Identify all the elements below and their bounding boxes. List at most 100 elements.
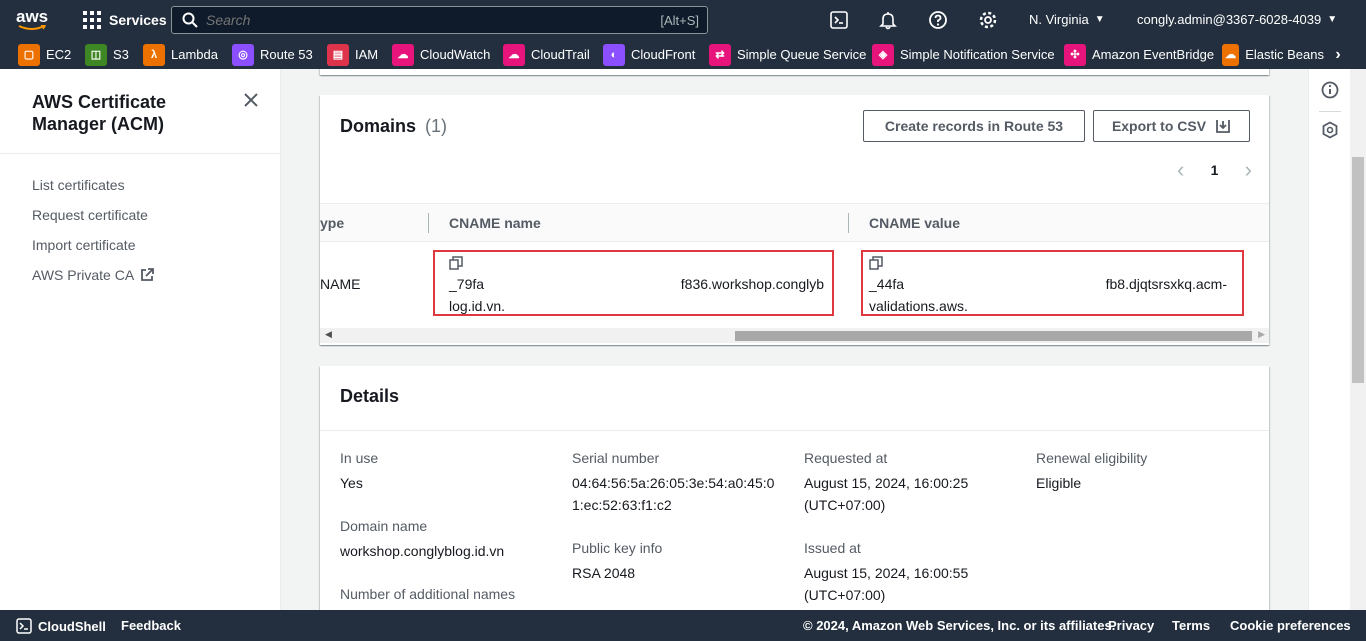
sidebar-item-label: AWS Private CA — [32, 267, 135, 283]
chevron-right-icon[interactable]: › — [1245, 157, 1252, 183]
sns-icon: ◈ — [872, 43, 894, 66]
cloudshell-footer-button[interactable]: CloudShell — [16, 618, 106, 634]
favorite-ec2[interactable]: ▢ EC2 — [18, 42, 71, 67]
favorites-scroll-right[interactable]: › — [1328, 42, 1348, 67]
info-icon — [1321, 81, 1339, 99]
region-selector[interactable]: N. Virginia ▼ — [1029, 12, 1105, 27]
renewal-eligibility-label: Renewal eligibility — [1036, 450, 1148, 466]
scrollbar-thumb[interactable] — [735, 331, 1252, 341]
domains-header: Domains (1) — [340, 116, 447, 137]
divider — [1319, 111, 1341, 112]
scroll-left-arrow[interactable]: ◀ — [325, 329, 332, 340]
search-shortcut: [Alt+S] — [660, 12, 699, 28]
table-header-row: ype CNAME name CNAME value — [320, 203, 1269, 242]
page-vertical-scrollbar[interactable] — [1350, 69, 1366, 610]
favorite-elastic-beanstalk[interactable]: ☁ Elastic Beans — [1222, 42, 1324, 67]
export-label: Export to CSV — [1111, 118, 1207, 134]
region-label: N. Virginia — [1029, 12, 1089, 27]
ec2-icon: ▢ — [18, 43, 40, 66]
sidebar-title-line: AWS Certificate — [32, 92, 167, 112]
domains-panel: Domains (1) Create records in Route 53 E… — [320, 95, 1269, 345]
cloudtrail-icon: ☁ — [503, 43, 525, 66]
account-menu[interactable]: congly.admin@3367-6028-4039 ▼ — [1137, 12, 1337, 27]
chevron-left-icon[interactable]: ‹ — [1177, 157, 1184, 183]
issued-at-label: Issued at — [804, 540, 861, 556]
favorite-cloudtrail[interactable]: ☁ CloudTrail — [503, 42, 590, 67]
sidebar-item-private-ca[interactable]: AWS Private CA — [32, 267, 155, 283]
public-key-value: RSA 2048 — [572, 565, 636, 581]
download-icon — [1216, 120, 1230, 133]
elastic-beanstalk-icon: ☁ — [1222, 43, 1240, 66]
details-panel: Details In use Yes Domain name workshop.… — [320, 366, 1269, 610]
favorite-route53[interactable]: ◎ Route 53 — [232, 42, 313, 67]
favorite-s3[interactable]: ◫ S3 — [85, 42, 129, 67]
eventbridge-icon: ✣ — [1064, 43, 1086, 66]
scrollbar-thumb[interactable] — [1352, 157, 1364, 383]
guide-panel-button[interactable] — [1321, 121, 1339, 142]
external-link-icon — [141, 268, 155, 281]
aws-logo[interactable]: aws — [16, 6, 48, 34]
notifications-button[interactable] — [878, 10, 898, 30]
hexagon-icon — [1322, 121, 1338, 139]
aws-smile-icon — [18, 25, 47, 30]
sidebar: AWS Certificate Manager (ACM) List certi… — [0, 69, 281, 610]
column-divider — [428, 213, 429, 233]
favorite-label: Simple Notification Service — [900, 47, 1055, 62]
help-button[interactable] — [928, 10, 948, 30]
favorite-cloudwatch[interactable]: ☁ CloudWatch — [392, 42, 490, 67]
search-bar[interactable]: [Alt+S] — [171, 6, 708, 34]
column-header-cname-value: CNAME value — [869, 215, 961, 231]
caret-down-icon: ▼ — [1094, 14, 1105, 25]
sidebar-title: AWS Certificate Manager (ACM) — [32, 91, 166, 135]
issued-line: August 15, 2024, 16:00:55 — [804, 565, 969, 581]
iam-icon: ▤ — [327, 43, 349, 66]
feedback-link[interactable]: Feedback — [121, 618, 181, 633]
close-sidebar-button[interactable] — [243, 92, 259, 108]
privacy-link[interactable]: Privacy — [1108, 618, 1154, 633]
domains-count: (1) — [425, 116, 448, 136]
favorite-sqs[interactable]: ⇄ Simple Queue Service — [709, 42, 866, 67]
sidebar-item-request-certificate[interactable]: Request certificate — [32, 207, 148, 223]
highlight-cname-value — [861, 250, 1244, 316]
settings-button[interactable] — [978, 10, 998, 30]
favorite-label: CloudFront — [631, 47, 696, 62]
favorite-cloudfront[interactable]: ◐ CloudFront — [603, 42, 695, 67]
requested-at-value: August 15, 2024, 16:00:25 (UTC+07:00) — [804, 472, 968, 516]
right-tools-rail — [1308, 69, 1350, 610]
favorite-eventbridge[interactable]: ✣ Amazon EventBridge — [1064, 42, 1214, 67]
cookie-preferences-link[interactable]: Cookie preferences — [1230, 618, 1351, 633]
export-csv-button[interactable]: Export to CSV — [1093, 110, 1250, 142]
favorite-label: EC2 — [46, 47, 72, 62]
cloudshell-button[interactable] — [830, 11, 848, 29]
in-use-label: In use — [340, 450, 379, 466]
column-header-type: ype — [320, 215, 345, 231]
favorites-bar: ▢ EC2 ◫ S3 λ Lambda ◎ Route 53 ▤ IAM ☁ CloudWa… — [0, 40, 1366, 69]
cloudshell-icon — [16, 618, 32, 634]
terms-link[interactable]: Terms — [1172, 618, 1210, 633]
main-content: Domains (1) Create records in Route 53 E… — [281, 69, 1308, 610]
favorite-sns[interactable]: ◈ Simple Notification Service — [872, 42, 1055, 67]
search-input[interactable] — [206, 12, 636, 28]
details-divider — [320, 430, 1269, 431]
page-number[interactable]: 1 — [1211, 162, 1219, 178]
create-records-route53-button[interactable]: Create records in Route 53 — [863, 110, 1085, 142]
favorite-lambda[interactable]: λ Lambda — [143, 42, 218, 67]
sidebar-item-import-certificate[interactable]: Import certificate — [32, 237, 135, 253]
table-horizontal-scrollbar[interactable]: ◀ ▶ — [320, 328, 1269, 343]
bell-icon — [879, 12, 897, 30]
column-header-cname-name: CNAME name — [449, 215, 541, 231]
services-menu[interactable]: Services — [83, 10, 167, 30]
favorite-iam[interactable]: ▤ IAM — [327, 42, 378, 67]
serial-number-value: 04:64:56:5a:26:05:3e:54:a0:45:0 1:ec:52:… — [572, 472, 774, 516]
cloudfront-icon: ◐ — [603, 43, 625, 66]
sidebar-item-list-certificates[interactable]: List certificates — [32, 177, 125, 193]
top-navigation: aws Services [Alt+S] N. Virginia ▼ congl… — [0, 0, 1366, 40]
cloudshell-icon — [830, 11, 848, 29]
info-panel-button[interactable] — [1321, 81, 1339, 102]
type-cell: NAME — [320, 276, 361, 292]
pagination: ‹ 1 › — [1177, 157, 1252, 183]
issued-line: (UTC+07:00) — [804, 587, 886, 603]
search-icon — [182, 12, 198, 28]
gear-icon — [979, 11, 997, 29]
scroll-right-arrow[interactable]: ▶ — [1258, 329, 1265, 340]
